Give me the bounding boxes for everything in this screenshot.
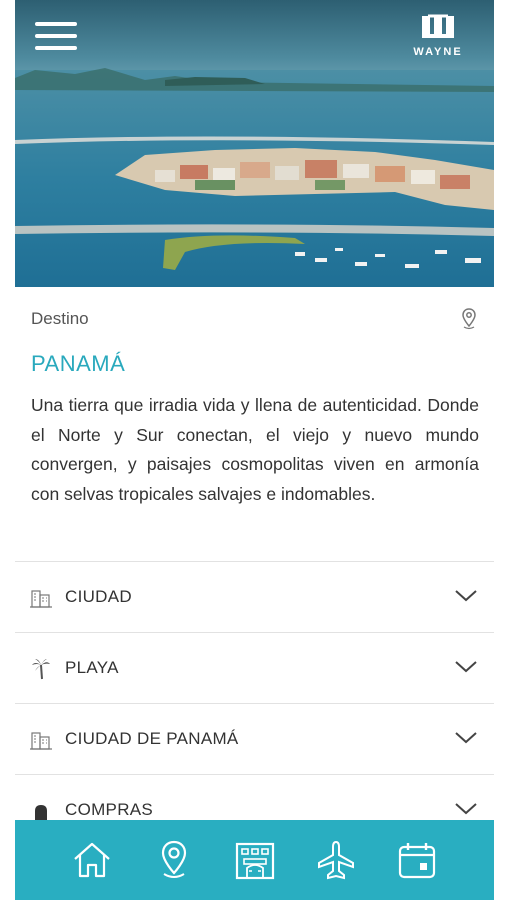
city-buildings-icon <box>30 590 52 608</box>
shopping-bag-icon <box>35 805 47 820</box>
bottom-navigation <box>15 820 494 900</box>
menu-button[interactable] <box>35 22 77 54</box>
calendar-icon <box>398 843 436 879</box>
nav-hotels[interactable] <box>233 838 277 882</box>
home-icon <box>74 842 110 878</box>
chevron-down-icon <box>455 732 477 744</box>
accordion-label: COMPRAS <box>65 800 154 819</box>
airplane-icon <box>318 840 354 880</box>
chevron-down-icon <box>455 661 477 673</box>
menu-bar <box>35 34 77 38</box>
destination-label: Destino <box>31 309 89 328</box>
category-accordion: CIUDAD PLAYA CIUDAD DE PANAMÁ COMPRAS <box>15 561 494 820</box>
accordion-label: CIUDAD DE PANAMÁ <box>65 729 239 748</box>
destination-description: Una tierra que irradia vida y llena de a… <box>31 395 479 504</box>
menu-bar <box>35 46 77 50</box>
location-pin-icon[interactable] <box>460 307 478 331</box>
chevron-down-icon <box>455 803 477 815</box>
accordion-item-ciudad-de-panama[interactable]: CIUDAD DE PANAMÁ <box>15 703 494 774</box>
brand-logo: WAYNE <box>398 14 478 58</box>
nav-destinations[interactable] <box>152 838 196 882</box>
logo-text: WAYNE <box>413 46 463 58</box>
hotel-icon <box>235 842 275 880</box>
right-margin <box>494 0 506 900</box>
nav-home[interactable] <box>70 838 114 882</box>
destination-title: PANAMÁ <box>31 351 126 376</box>
accordion-item-compras[interactable]: COMPRAS <box>15 774 494 820</box>
palm-tree-icon <box>32 659 50 680</box>
destination-header: Destino <box>31 307 478 333</box>
hamburger-menu-icon <box>35 22 77 26</box>
nav-calendar[interactable] <box>395 838 439 882</box>
accordion-label: CIUDAD <box>65 587 132 606</box>
app-screen: WAYNE Destino PANAMÁ Una tierra que irra… <box>0 0 506 900</box>
city-buildings-icon <box>30 732 52 750</box>
destination-card: Destino PANAMÁ Una tierra que irradia vi… <box>15 287 494 820</box>
chevron-down-icon <box>455 590 477 602</box>
accordion-label: PLAYA <box>65 658 119 677</box>
left-margin <box>0 0 15 900</box>
wayne-logo-icon <box>422 14 454 38</box>
accordion-item-playa[interactable]: PLAYA <box>15 632 494 703</box>
nav-flights[interactable] <box>314 838 358 882</box>
location-pin-icon <box>161 840 187 878</box>
accordion-item-ciudad[interactable]: CIUDAD <box>15 561 494 632</box>
